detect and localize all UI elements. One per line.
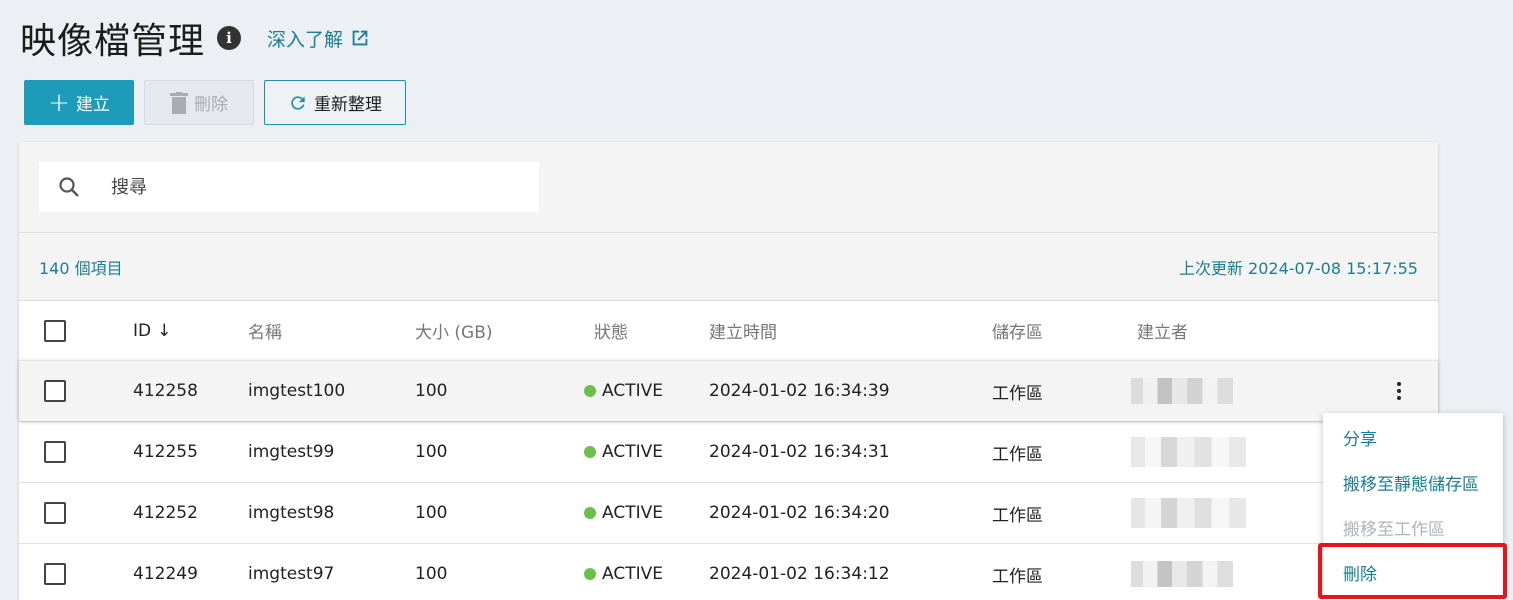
images-table: ID ↓ 名稱 大小 (GB) 狀態 建立時間 儲存區 建立者 412258 i… (19, 300, 1438, 600)
column-name[interactable]: 名稱 (248, 318, 282, 343)
row-checkbox[interactable] (44, 502, 66, 524)
menu-item-move-to-workspace: 搬移至工作區 (1343, 520, 1445, 540)
column-zone[interactable]: 儲存區 (992, 318, 1043, 343)
menu-item-move-to-static-storage[interactable]: 搬移至靜態儲存區 (1343, 470, 1479, 495)
row-status-label: ACTIVE (602, 381, 663, 401)
table-row[interactable]: 412249 imgtest97 100 ACTIVE 2024-01-02 1… (19, 543, 1438, 600)
row-id: 412252 (133, 503, 198, 523)
column-owner[interactable]: 建立者 (1137, 318, 1188, 343)
create-button-label: 建立 (75, 95, 110, 115)
row-size: 100 (415, 564, 448, 584)
summary-bar: 140 個項目 上次更新 2024-07-08 15:17:55 (19, 232, 1438, 300)
toolbar: + 建立 刪除 重新整理 (24, 80, 406, 125)
row-size: 100 (415, 503, 448, 523)
column-size[interactable]: 大小 (GB) (415, 318, 493, 343)
refresh-button[interactable]: 重新整理 (264, 80, 406, 125)
menu-item-share[interactable]: 分享 (1343, 425, 1377, 450)
trash-icon (170, 91, 188, 114)
delete-button-label: 刪除 (194, 95, 228, 115)
row-status-label: ACTIVE (602, 564, 663, 584)
row-created: 2024-01-02 16:34:39 (709, 381, 890, 401)
refresh-icon (291, 95, 305, 110)
status-dot-icon (584, 446, 596, 458)
row-checkbox[interactable] (44, 380, 66, 402)
row-checkbox[interactable] (44, 441, 66, 463)
info-icon[interactable]: i (217, 26, 242, 50)
row-name: imgtest97 (248, 564, 335, 584)
table-row[interactable]: 412252 imgtest98 100 ACTIVE 2024-01-02 1… (19, 482, 1438, 543)
status-dot-icon (584, 568, 596, 580)
item-count: 140 個項目 (39, 258, 123, 278)
create-button[interactable]: + 建立 (24, 80, 134, 125)
row-created: 2024-01-02 16:34:20 (709, 503, 890, 523)
page-header: 映像檔管理 i 深入了解 (20, 12, 371, 64)
plus-icon: + (48, 87, 70, 118)
row-status: ACTIVE (584, 442, 663, 462)
row-zone: 工作區 (992, 505, 1043, 526)
table-header: ID ↓ 名稱 大小 (GB) 狀態 建立時間 儲存區 建立者 (19, 300, 1438, 360)
row-zone: 工作區 (992, 444, 1043, 465)
row-name: imgtest98 (248, 503, 335, 523)
row-owner-redacted (1131, 378, 1233, 404)
row-status-label: ACTIVE (602, 503, 663, 523)
row-zone: 工作區 (992, 566, 1043, 587)
row-owner-redacted (1131, 498, 1246, 528)
learn-more-link[interactable]: 深入了解 (267, 25, 371, 52)
row-id: 412255 (133, 442, 198, 462)
row-status: ACTIVE (584, 381, 663, 401)
column-status[interactable]: 狀態 (594, 318, 628, 343)
images-panel: 140 個項目 上次更新 2024-07-08 15:17:55 ID ↓ 名稱… (19, 142, 1438, 600)
delete-highlight-box (1318, 543, 1507, 599)
row-size: 100 (415, 381, 448, 401)
row-status-label: ACTIVE (602, 442, 663, 462)
row-id: 412258 (133, 381, 198, 401)
search-box (39, 162, 539, 212)
external-link-icon (352, 30, 368, 46)
row-name: imgtest100 (248, 381, 346, 401)
table-row[interactable]: 412255 imgtest99 100 ACTIVE 2024-01-02 1… (19, 421, 1438, 482)
column-id[interactable]: ID ↓ (133, 321, 171, 341)
delete-button[interactable]: 刪除 (144, 80, 254, 125)
status-dot-icon (584, 385, 596, 397)
table-row[interactable]: 412258 imgtest100 100 ACTIVE 2024-01-02 … (19, 360, 1438, 421)
page-title: 映像檔管理 (20, 21, 206, 62)
sort-down-icon: ↓ (157, 320, 172, 341)
row-created: 2024-01-02 16:34:31 (709, 442, 890, 462)
refresh-button-label: 重新整理 (314, 95, 382, 115)
status-dot-icon (584, 507, 596, 519)
column-created[interactable]: 建立時間 (709, 318, 777, 343)
row-name: imgtest99 (248, 442, 335, 462)
row-status: ACTIVE (584, 503, 663, 523)
last-updated: 上次更新 2024-07-08 15:17:55 (1178, 258, 1418, 278)
row-owner-redacted (1131, 561, 1233, 587)
search-input[interactable] (111, 176, 491, 198)
search-icon (59, 177, 79, 197)
row-status: ACTIVE (584, 564, 663, 584)
select-all-checkbox[interactable] (44, 319, 66, 342)
column-id-label: ID (133, 320, 152, 341)
row-checkbox[interactable] (44, 563, 66, 585)
row-size: 100 (415, 442, 448, 462)
kebab-menu-icon[interactable] (1389, 382, 1409, 400)
row-zone: 工作區 (992, 383, 1043, 404)
row-owner-redacted (1131, 437, 1246, 467)
learn-more-label: 深入了解 (267, 28, 344, 51)
row-id: 412249 (133, 564, 198, 584)
row-created: 2024-01-02 16:34:12 (709, 564, 890, 584)
